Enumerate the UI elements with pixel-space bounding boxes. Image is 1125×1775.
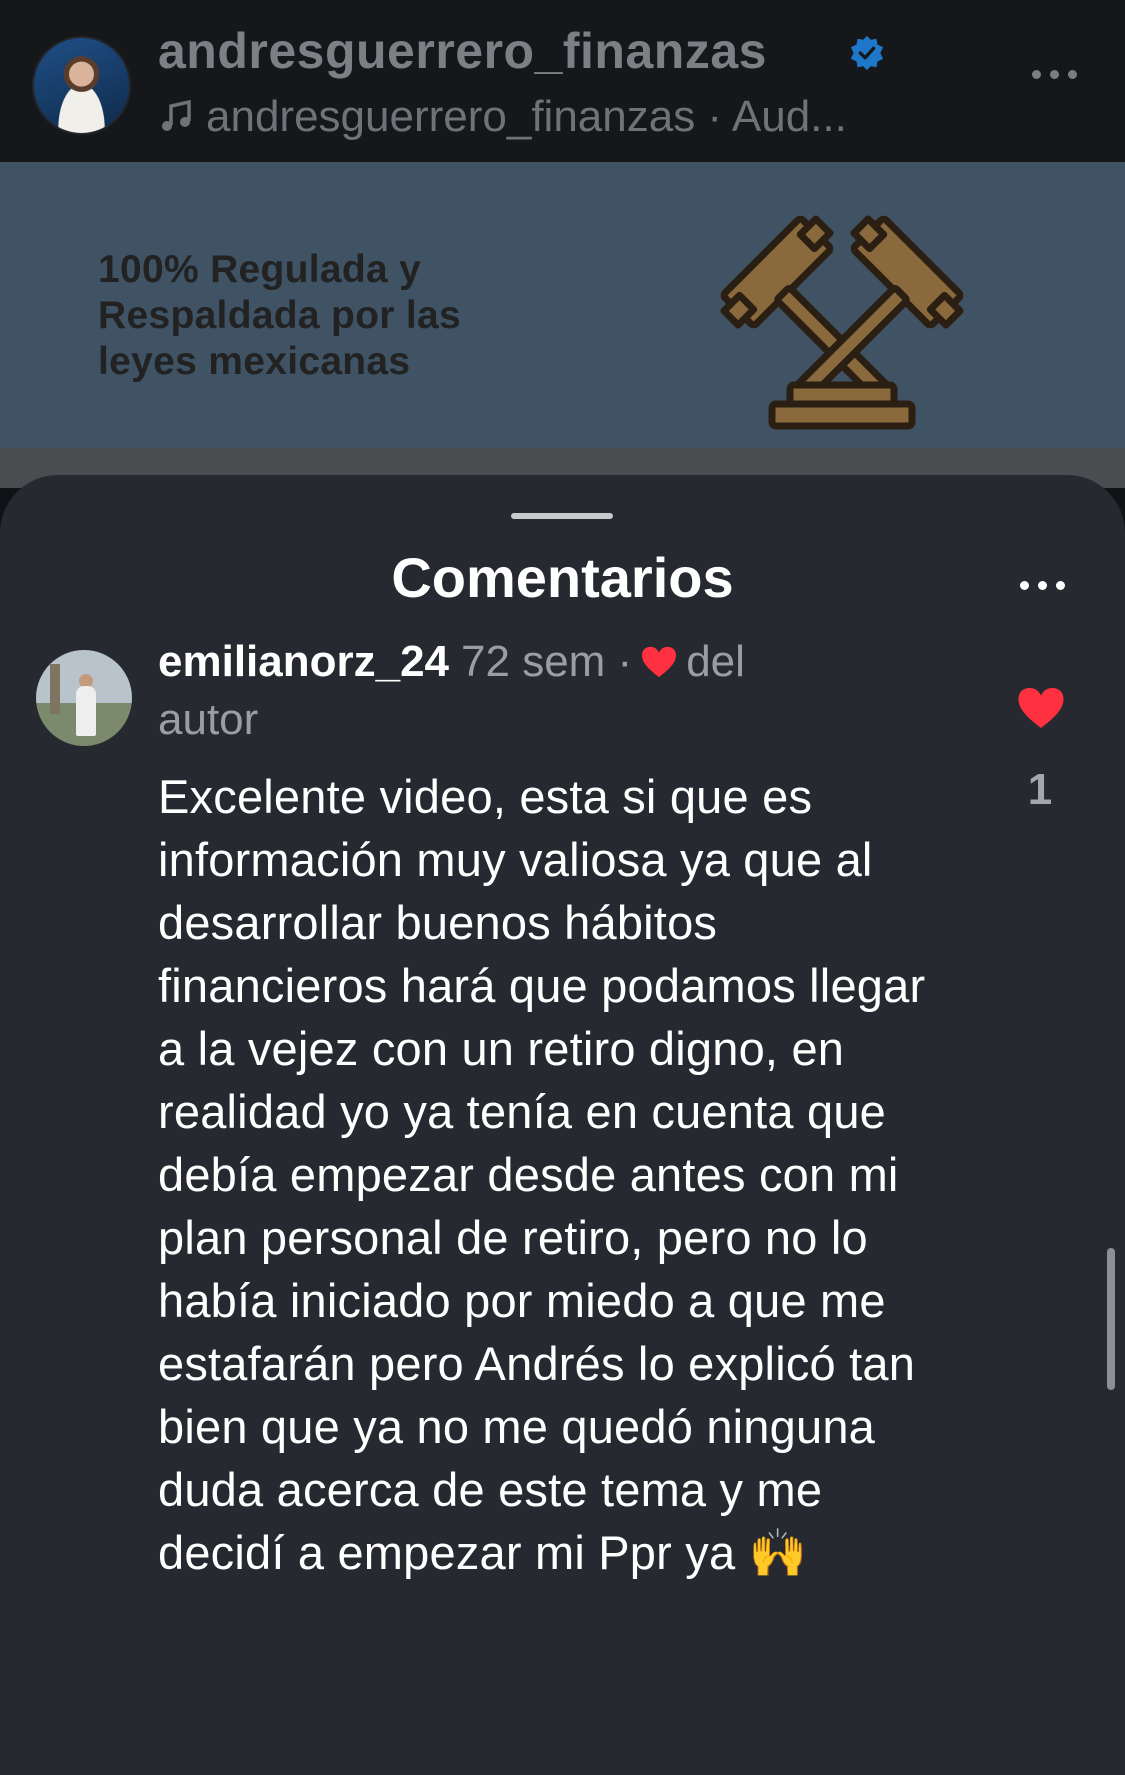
reel-header: andresguerrero_finanzas andresguerrero_f…	[0, 0, 1125, 162]
author-username[interactable]: andresguerrero_finanzas	[158, 22, 767, 80]
more-options-icon[interactable]	[1032, 70, 1077, 79]
comment-meta: emilianorz_24 72 sem · del autor	[158, 633, 878, 749]
author-liked-label-prefix: del	[686, 637, 745, 686]
author-avatar[interactable]	[32, 36, 131, 135]
comment-text: Excelente video, esta si que es informac…	[158, 770, 926, 1579]
comments-sheet: Comentarios emilianorz_24 72 sem · del au…	[0, 475, 1125, 1775]
sheet-drag-handle[interactable]	[511, 513, 613, 519]
banner-line-1: 100% Regulada y	[98, 248, 422, 291]
audio-label[interactable]: andresguerrero_finanzas · Aud...	[158, 92, 847, 142]
comments-title: Comentarios	[391, 546, 734, 609]
banner-line-2: Respaldada por las	[98, 294, 462, 337]
commenter-username[interactable]: emilianorz_24	[158, 637, 449, 686]
like-heart-icon[interactable]	[1016, 685, 1066, 731]
author-liked-label-suffix: autor	[158, 695, 259, 744]
verified-badge-icon	[850, 35, 884, 71]
comment-time: 72 sem ·	[461, 637, 633, 686]
audio-label-text: andresguerrero_finanzas · Aud...	[206, 92, 847, 141]
author-liked-heart-icon	[642, 646, 677, 678]
commenter-avatar[interactable]	[36, 650, 132, 746]
like-count: 1	[1027, 765, 1053, 814]
scrollbar[interactable]	[1107, 1248, 1115, 1390]
sheet-more-icon[interactable]	[1020, 581, 1065, 590]
music-note-icon	[162, 99, 191, 131]
banner-line-3: leyes mexicanas	[98, 340, 411, 383]
gavel-icon	[720, 215, 964, 430]
